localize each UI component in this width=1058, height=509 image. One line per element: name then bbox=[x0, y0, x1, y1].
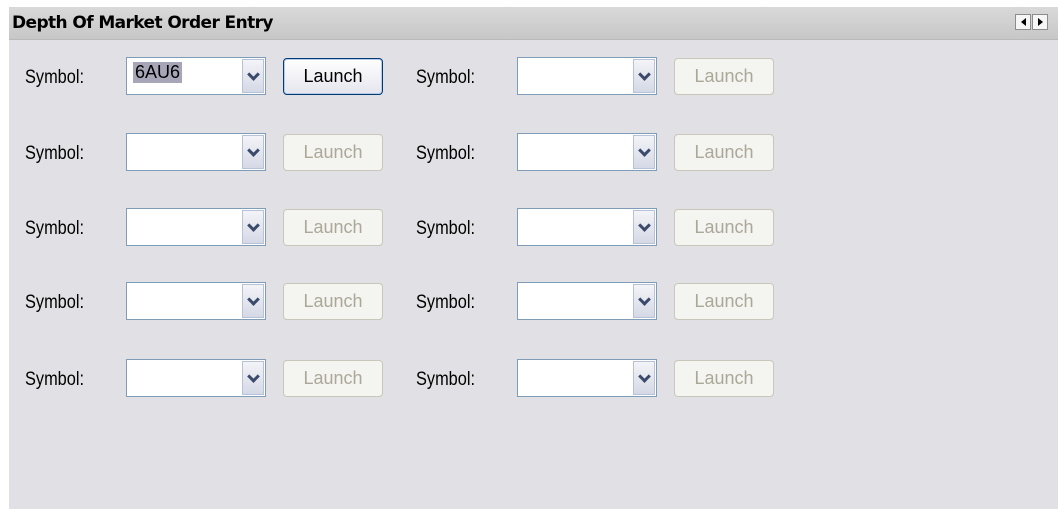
scroll-left-icon[interactable] bbox=[1015, 14, 1031, 30]
chevron-down-icon[interactable] bbox=[242, 361, 264, 395]
symbol-combobox[interactable] bbox=[126, 208, 266, 246]
chevron-down-icon[interactable] bbox=[242, 210, 264, 244]
launch-button[interactable]: Launch bbox=[283, 58, 383, 95]
launch-button: Launch bbox=[674, 360, 774, 397]
symbol-label: Symbol: bbox=[25, 67, 85, 88]
symbol-label: Symbol: bbox=[25, 218, 85, 239]
symbol-label: Symbol: bbox=[25, 292, 85, 313]
scroll-right-icon[interactable] bbox=[1032, 14, 1048, 30]
symbol-value: 6AU6 bbox=[133, 62, 183, 83]
symbol-label: Symbol: bbox=[416, 143, 476, 164]
symbol-combobox[interactable] bbox=[517, 133, 657, 171]
chevron-down-icon[interactable] bbox=[242, 284, 264, 318]
symbol-combobox[interactable]: 6AU6 bbox=[126, 57, 266, 95]
symbol-label: Symbol: bbox=[25, 143, 85, 164]
chevron-down-icon[interactable] bbox=[242, 135, 264, 169]
chevron-down-icon[interactable] bbox=[633, 59, 655, 93]
symbol-combobox[interactable] bbox=[126, 133, 266, 171]
launch-button: Launch bbox=[674, 134, 774, 171]
launch-button: Launch bbox=[674, 58, 774, 95]
launch-button: Launch bbox=[283, 283, 383, 320]
chevron-down-icon[interactable] bbox=[633, 210, 655, 244]
symbol-combobox[interactable] bbox=[517, 359, 657, 397]
symbol-combobox[interactable] bbox=[126, 282, 266, 320]
launch-button: Launch bbox=[674, 209, 774, 246]
chevron-down-icon[interactable] bbox=[633, 361, 655, 395]
symbol-label: Symbol: bbox=[416, 218, 476, 239]
symbol-combobox[interactable] bbox=[517, 282, 657, 320]
panel-nav bbox=[1014, 14, 1048, 30]
panel-title: Depth Of Market Order Entry bbox=[12, 13, 273, 33]
panel-titlebar: Depth Of Market Order Entry bbox=[9, 7, 1058, 40]
chevron-down-icon[interactable] bbox=[633, 284, 655, 318]
chevron-down-icon[interactable] bbox=[242, 59, 264, 93]
launch-button: Launch bbox=[283, 209, 383, 246]
launch-button: Launch bbox=[283, 134, 383, 171]
launch-button: Launch bbox=[283, 360, 383, 397]
launch-button: Launch bbox=[674, 283, 774, 320]
symbol-combobox[interactable] bbox=[517, 57, 657, 95]
symbol-combobox[interactable] bbox=[517, 208, 657, 246]
symbol-label: Symbol: bbox=[416, 369, 476, 390]
dom-order-entry-panel: Depth Of Market Order Entry Symbol: 6AU6… bbox=[9, 7, 1058, 509]
chevron-down-icon[interactable] bbox=[633, 135, 655, 169]
symbol-label: Symbol: bbox=[25, 369, 85, 390]
symbol-label: Symbol: bbox=[416, 67, 476, 88]
symbol-label: Symbol: bbox=[416, 292, 476, 313]
symbol-combobox[interactable] bbox=[126, 359, 266, 397]
